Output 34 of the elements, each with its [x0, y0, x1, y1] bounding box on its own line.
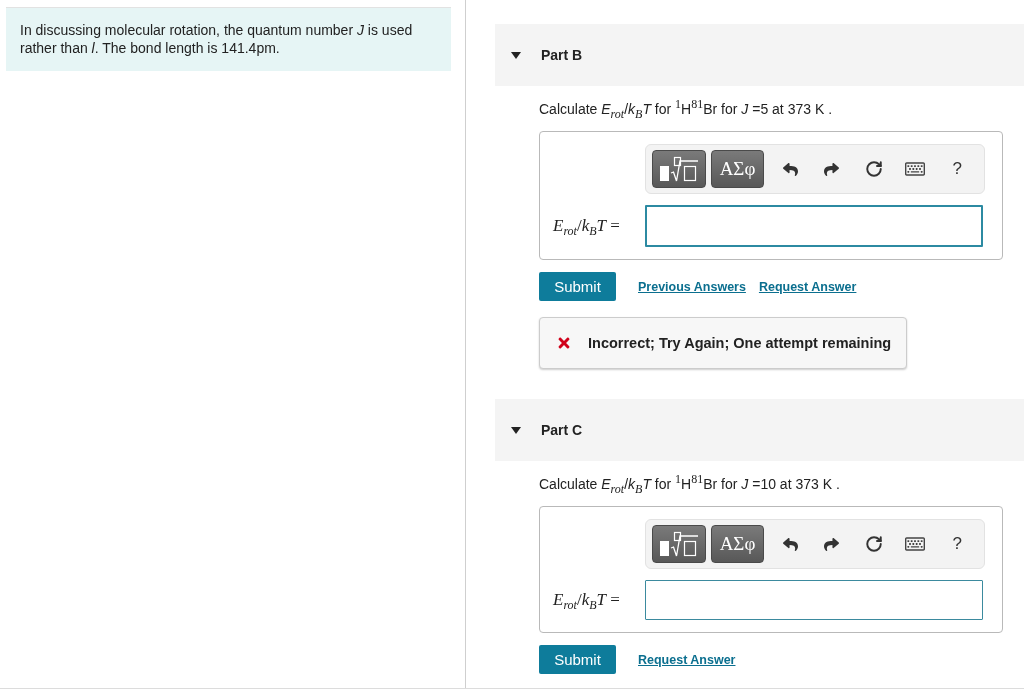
feedback-text: Incorrect; Try Again; One attempt remaining [588, 335, 892, 351]
redo-icon [824, 161, 840, 177]
undo-icon [782, 536, 798, 552]
template-button[interactable] [652, 150, 706, 188]
part-title: Part B [541, 47, 583, 63]
answer-input[interactable] [645, 580, 983, 620]
answer-input[interactable] [645, 205, 983, 247]
action-link[interactable]: Request Answer [758, 279, 857, 294]
action-link[interactable]: Request Answer [638, 652, 736, 667]
part-header[interactable]: Part C [495, 399, 1024, 461]
radical-template-icon [658, 156, 699, 182]
submit-button[interactable]: Submit [539, 645, 616, 674]
answer-label: E$_{rot}$/k$_{B}$T = [553, 216, 621, 236]
reset-icon [864, 535, 883, 553]
cross-icon [556, 335, 572, 351]
help-button[interactable]: ? [936, 150, 978, 188]
help-button[interactable]: ? [936, 525, 978, 563]
keyboard-icon [905, 159, 926, 179]
question-text: Calculate E$_{rot}$/k$_{B}$T for $^{1}$H$^{81}$Br for J =5 at 373 K . [539, 99, 833, 119]
part-header[interactable]: Part B [495, 24, 1024, 86]
symbols-button[interactable]: ΑΣφ [710, 525, 765, 563]
submit-button[interactable]: Submit [539, 272, 616, 301]
reset-icon [864, 160, 883, 178]
question-text: Calculate E$_{rot}$/k$_{B}$T for $^{1}$H$^{81}$Br for J =10 at 373 K . [539, 474, 841, 494]
template-button[interactable] [652, 525, 706, 563]
action-link[interactable]: Previous Answers [638, 279, 746, 294]
keyboard-icon [905, 534, 926, 554]
redo-icon [824, 536, 840, 552]
undo-icon [782, 161, 798, 177]
intro-text: In discussing molecular rotation, the quantum number J is used rather than l. The bond length is 141.4pm. [6, 7, 451, 71]
part-title: Part C [541, 422, 583, 438]
radical-template-icon [658, 531, 699, 557]
answer-label: E$_{rot}$/k$_{B}$T = [553, 590, 621, 610]
symbols-button[interactable]: ΑΣφ [710, 150, 765, 188]
